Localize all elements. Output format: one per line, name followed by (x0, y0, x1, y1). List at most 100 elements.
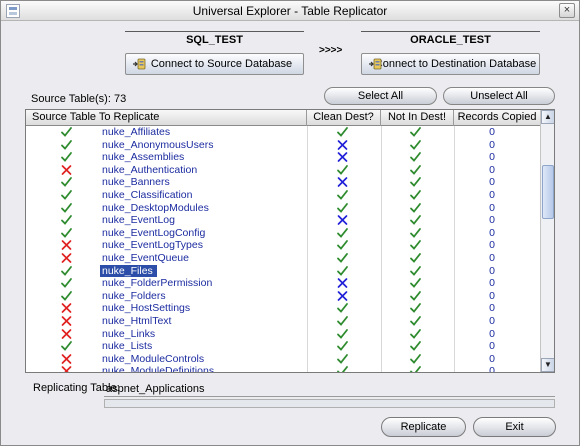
status-cell[interactable] (60, 227, 76, 240)
clean-dest-cell[interactable] (336, 315, 352, 328)
table-row[interactable]: nuke_Authentication 0 (26, 164, 540, 177)
clean-dest-cell[interactable] (336, 176, 352, 189)
clean-dest-cell[interactable] (336, 227, 352, 240)
clean-dest-cell[interactable] (336, 139, 352, 152)
clean-dest-cell[interactable] (336, 151, 352, 164)
scroll-down-button[interactable]: ▼ (541, 358, 554, 372)
table-name-cell[interactable]: nuke_Affiliates (100, 126, 290, 139)
clean-dest-cell[interactable] (336, 277, 352, 290)
table-name-cell[interactable]: nuke_EventQueue (100, 252, 290, 265)
status-cell[interactable] (60, 189, 76, 202)
status-cell[interactable] (60, 290, 76, 303)
table-name-cell[interactable]: nuke_EventLogTypes (100, 239, 290, 252)
records-copied-cell: 0 (489, 340, 495, 353)
table-row[interactable]: nuke_Assemblies 0 (26, 151, 540, 164)
scroll-thumb[interactable] (542, 165, 554, 219)
table-row[interactable]: nuke_Files 0 (26, 264, 540, 278)
status-cell[interactable] (60, 164, 76, 177)
x-icon (337, 290, 348, 301)
table-row[interactable]: nuke_Folders 0 (26, 290, 540, 303)
status-cell[interactable] (60, 202, 76, 215)
table-row[interactable]: nuke_AnonymousUsers 0 (26, 139, 540, 152)
table-name-cell[interactable]: nuke_HostSettings (100, 302, 290, 315)
table-name-cell[interactable]: nuke_ModuleControls (100, 353, 290, 366)
clean-dest-cell[interactable] (336, 189, 352, 202)
table-row[interactable]: nuke_ModuleDefinitions 0 (26, 365, 540, 372)
clean-dest-cell[interactable] (336, 202, 352, 215)
clean-dest-cell[interactable] (336, 214, 352, 227)
status-cell[interactable] (60, 365, 76, 372)
clean-dest-cell[interactable] (336, 290, 352, 303)
clean-dest-cell[interactable] (336, 126, 352, 139)
table-name-cell[interactable]: nuke_Folders (100, 290, 290, 303)
clean-dest-cell[interactable] (336, 265, 352, 278)
table-row[interactable]: nuke_EventLogConfig 0 (26, 227, 540, 240)
table-name-cell[interactable]: nuke_Banners (100, 176, 290, 189)
clean-dest-cell[interactable] (336, 164, 352, 177)
table-name-cell[interactable]: nuke_AnonymousUsers (100, 139, 290, 152)
clean-dest-cell[interactable] (336, 365, 352, 372)
clean-dest-cell[interactable] (336, 239, 352, 252)
status-cell[interactable] (60, 315, 76, 328)
replicate-button[interactable]: Replicate (381, 417, 466, 437)
unselect-all-button[interactable]: Unselect All (443, 87, 555, 105)
table-row[interactable]: nuke_FolderPermission 0 (26, 277, 540, 290)
table-row[interactable]: nuke_EventLog 0 (26, 214, 540, 227)
table-row[interactable]: nuke_EventQueue 0 (26, 252, 540, 265)
status-cell[interactable] (60, 151, 76, 164)
table-row[interactable]: nuke_ModuleControls 0 (26, 353, 540, 366)
table-name-cell[interactable]: nuke_Authentication (100, 164, 290, 177)
status-cell[interactable] (60, 139, 76, 152)
status-cell[interactable] (60, 277, 76, 290)
header-not-in-dest[interactable]: Not In Dest! (381, 110, 454, 126)
clean-dest-cell[interactable] (336, 340, 352, 353)
close-button[interactable]: × (559, 3, 575, 18)
table-row[interactable]: nuke_EventLogTypes 0 (26, 239, 540, 252)
table-name-cell[interactable]: nuke_Lists (100, 340, 290, 353)
status-cell[interactable] (60, 239, 76, 252)
table-row[interactable]: nuke_Affiliates 0 (26, 126, 540, 139)
status-cell[interactable] (60, 328, 76, 341)
table-grid[interactable]: Source Table To Replicate Clean Dest? No… (25, 109, 555, 373)
table-row[interactable]: nuke_Classification 0 (26, 189, 540, 202)
table-row[interactable]: nuke_HostSettings 0 (26, 302, 540, 315)
status-cell[interactable] (60, 265, 76, 278)
table-name-cell[interactable]: nuke_HtmlText (100, 315, 290, 328)
table-name-cell[interactable]: nuke_Classification (100, 189, 290, 202)
table-name-cell[interactable]: nuke_DesktopModules (100, 202, 290, 215)
table-row[interactable]: nuke_DesktopModules 0 (26, 202, 540, 215)
clean-dest-cell[interactable] (336, 353, 352, 366)
status-cell[interactable] (60, 214, 76, 227)
table-name-cell[interactable]: nuke_FolderPermission (100, 277, 290, 290)
clean-dest-cell[interactable] (336, 328, 352, 341)
table-name-cell[interactable]: nuke_EventLog (100, 214, 290, 227)
table-name-cell[interactable]: nuke_Assemblies (100, 151, 290, 164)
status-cell[interactable] (60, 252, 76, 265)
table-name-cell[interactable]: nuke_Links (100, 328, 290, 341)
check-icon (337, 328, 348, 339)
table-row[interactable]: nuke_Banners 0 (26, 176, 540, 189)
status-cell[interactable] (60, 340, 76, 353)
vertical-scrollbar[interactable]: ▲ ▼ (540, 110, 554, 372)
connect-destination-button[interactable]: Connect to Destination Database (361, 53, 540, 75)
table-row[interactable]: nuke_Links 0 (26, 328, 540, 341)
scroll-up-button[interactable]: ▲ (541, 110, 554, 124)
table-name-cell[interactable]: nuke_Files (100, 264, 157, 278)
status-cell[interactable] (60, 302, 76, 315)
select-all-button[interactable]: Select All (324, 87, 437, 105)
status-cell[interactable] (60, 126, 76, 139)
table-name-cell[interactable]: nuke_EventLogConfig (100, 227, 290, 240)
header-records-copied[interactable]: Records Copied (454, 110, 540, 126)
table-row[interactable]: nuke_HtmlText 0 (26, 315, 540, 328)
clean-dest-cell[interactable] (336, 252, 352, 265)
status-cell[interactable] (60, 176, 76, 189)
status-cell[interactable] (60, 353, 76, 366)
table-name-cell[interactable]: nuke_ModuleDefinitions (100, 365, 290, 372)
header-clean-dest[interactable]: Clean Dest? (307, 110, 381, 126)
header-source-table[interactable]: Source Table To Replicate (26, 110, 307, 126)
x-icon (337, 177, 348, 188)
exit-button[interactable]: Exit (473, 417, 556, 437)
connect-source-button[interactable]: Connect to Source Database (125, 53, 304, 75)
table-row[interactable]: nuke_Lists 0 (26, 340, 540, 353)
clean-dest-cell[interactable] (336, 302, 352, 315)
